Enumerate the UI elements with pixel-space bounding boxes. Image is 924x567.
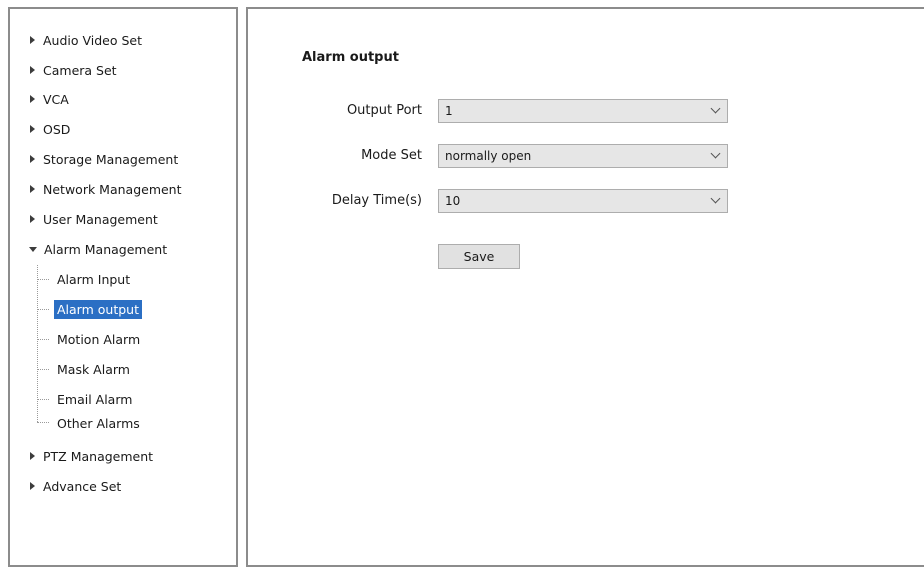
sidebar-item-label: Advance Set <box>43 478 122 494</box>
sidebar-item-label: User Management <box>43 211 158 227</box>
chevron-down-icon <box>710 148 721 159</box>
sidebar-item-label: Storage Management <box>43 151 179 167</box>
chevron-down-icon <box>710 103 721 114</box>
sidebar-subitem-mask-alarm[interactable]: Mask Alarm <box>57 359 130 379</box>
expand-arrow-icon[interactable] <box>30 66 35 74</box>
tree-connector-line <box>37 309 49 310</box>
delay-time-label: Delay Time(s) <box>331 193 422 208</box>
sidebar-subitem-label: Motion Alarm <box>57 331 141 347</box>
chevron-down-icon <box>710 193 721 204</box>
sidebar-subitem-label: Email Alarm <box>57 391 133 407</box>
tree-connector-line <box>37 422 49 423</box>
output-port-value: 1 <box>445 104 453 118</box>
sidebar-item-label: OSD <box>43 121 71 137</box>
expand-arrow-icon[interactable] <box>30 95 35 103</box>
sidebar-item-alarm-management[interactable]: Alarm Management <box>28 239 167 259</box>
sidebar-item-ptz-management[interactable]: PTZ Management <box>28 446 153 466</box>
sidebar-item-advance-set[interactable]: Advance Set <box>28 476 121 496</box>
delay-time-select[interactable]: 10 <box>438 189 728 213</box>
sidebar-item-user-management[interactable]: User Management <box>28 209 158 229</box>
output-port-select[interactable]: 1 <box>438 99 728 123</box>
sidebar-item-network-management[interactable]: Network Management <box>28 179 182 199</box>
sidebar-item-label: Alarm Management <box>44 241 168 257</box>
sidebar-item-audio-video-set[interactable]: Audio Video Set <box>28 30 142 50</box>
tree-connector-line <box>37 399 49 400</box>
sidebar-item-label: Audio Video Set <box>43 32 143 48</box>
expand-arrow-icon[interactable] <box>30 215 35 223</box>
sidebar-item-label: Network Management <box>43 181 182 197</box>
delay-time-value: 10 <box>445 194 461 208</box>
mode-set-label: Mode Set <box>361 148 422 163</box>
sidebar-subitem-label: Alarm output <box>54 299 142 319</box>
tree-connector-line <box>37 369 49 370</box>
output-port-label: Output Port <box>346 103 422 118</box>
sidebar-subitem-label: Mask Alarm <box>57 361 130 377</box>
sidebar-subitem-motion-alarm[interactable]: Motion Alarm <box>57 329 140 349</box>
sidebar-item-camera-set[interactable]: Camera Set <box>28 60 117 80</box>
page-title: Alarm output <box>302 50 399 65</box>
sidebar-subitem-alarm-input[interactable]: Alarm Input <box>57 269 130 289</box>
sidebar-item-vca[interactable]: VCA <box>28 89 69 109</box>
sidebar-subitem-alarm-output[interactable]: Alarm output <box>54 299 142 319</box>
save-button[interactable]: Save <box>438 244 520 269</box>
collapse-arrow-icon[interactable] <box>29 246 37 252</box>
sidebar-subitem-label: Alarm Input <box>57 271 131 287</box>
sidebar-subitem-email-alarm[interactable]: Email Alarm <box>57 389 132 409</box>
content-panel <box>246 7 924 567</box>
sidebar-subitem-label: Other Alarms <box>57 415 140 431</box>
expand-arrow-icon[interactable] <box>30 36 35 44</box>
sidebar-item-osd[interactable]: OSD <box>28 119 70 139</box>
expand-arrow-icon[interactable] <box>30 185 35 193</box>
mode-set-value: normally open <box>445 149 532 163</box>
sidebar-item-label: Camera Set <box>43 62 117 78</box>
sidebar-item-storage-management[interactable]: Storage Management <box>28 149 178 169</box>
expand-arrow-icon[interactable] <box>30 452 35 460</box>
sidebar-item-label: VCA <box>43 91 69 107</box>
mode-set-select[interactable]: normally open <box>438 144 728 168</box>
sidebar-item-label: PTZ Management <box>43 448 154 464</box>
expand-arrow-icon[interactable] <box>30 482 35 490</box>
expand-arrow-icon[interactable] <box>30 125 35 133</box>
sidebar-subitem-other-alarms[interactable]: Other Alarms <box>57 413 140 433</box>
tree-connector-line <box>37 339 49 340</box>
expand-arrow-icon[interactable] <box>30 155 35 163</box>
tree-connector-line <box>37 279 49 280</box>
